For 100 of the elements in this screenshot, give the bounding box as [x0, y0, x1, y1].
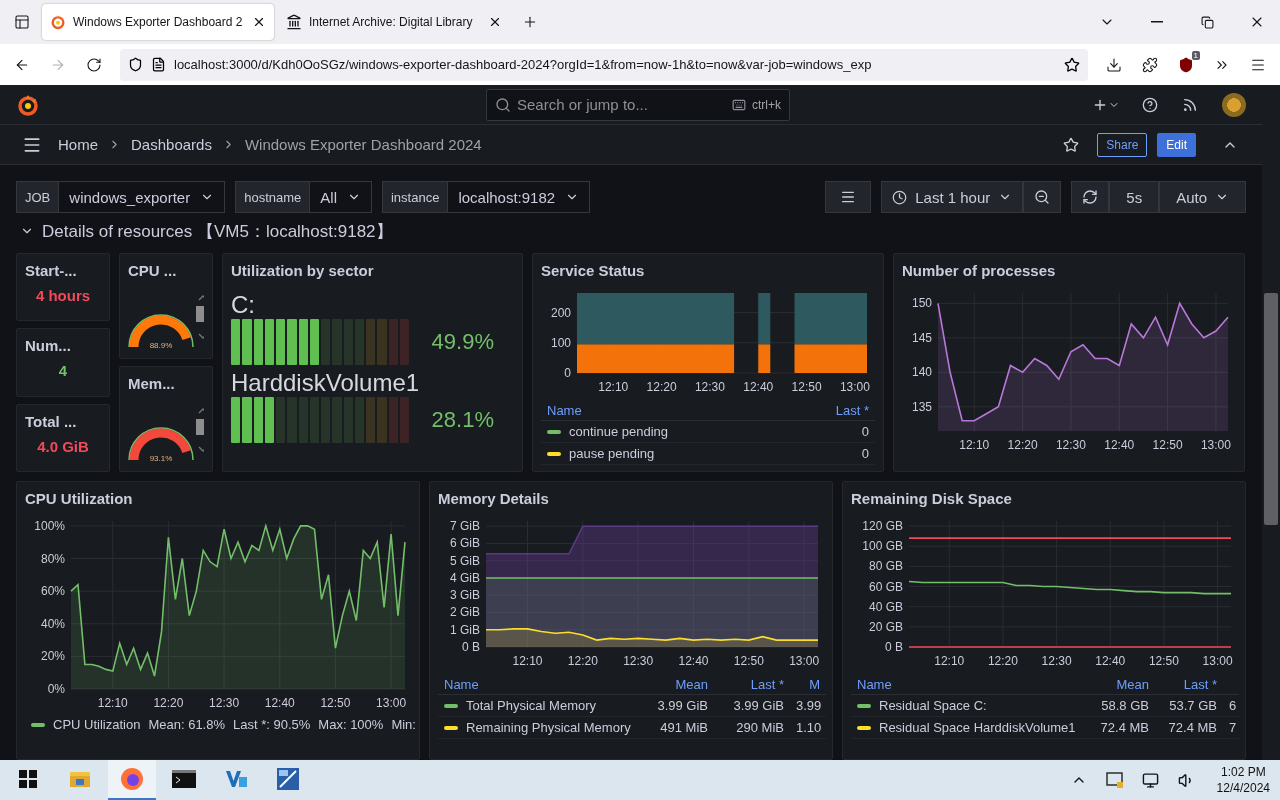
windows-logo-icon — [19, 770, 37, 788]
legend-value: 72.4 MB — [1155, 717, 1223, 739]
terminal-icon — [172, 769, 196, 789]
axis-label: 12:50 — [1148, 654, 1179, 668]
axis-label: 13:00 — [1202, 654, 1233, 668]
axis-label: 12:10 — [97, 696, 128, 710]
column-header[interactable]: Last * — [795, 401, 875, 421]
zoom-out-button[interactable] — [1023, 181, 1062, 213]
view-menu-button[interactable] — [825, 181, 872, 213]
legend-name[interactable]: Residual Space HarddiskVolume1 — [879, 720, 1076, 735]
close-icon — [252, 15, 266, 29]
column-header[interactable]: Name — [438, 675, 638, 695]
scrollbar[interactable] — [1262, 85, 1280, 760]
legend-name[interactable]: Residual Space C: — [879, 698, 987, 713]
axis-label: 140 — [911, 365, 932, 380]
share-button[interactable]: Share — [1097, 132, 1148, 157]
app-icon — [224, 768, 248, 790]
axis-label: 12:30 — [1041, 654, 1072, 668]
legend-value: 7 — [1223, 717, 1239, 739]
restore-icon — [1200, 15, 1214, 29]
axis-label: 145 — [911, 330, 932, 345]
search-field[interactable]: Search or jump to... ctrl+k — [486, 88, 790, 121]
axis-label: 13:00 — [839, 380, 870, 394]
axis-label: 5 GiB — [450, 553, 480, 568]
axis-label: 12:20 — [567, 654, 598, 668]
legend-stat: Max: 100% — [318, 717, 384, 732]
panel-title: Number of processes — [902, 262, 1057, 279]
browser-tab[interactable]: Internet Archive: Digital Library — [278, 4, 510, 40]
url-text: localhost:3000/d/Kdh0OoSGz/windows-exporter-dashboard-2024?orgId=1&from=now-1h&to=now&var-job=windows_exp — [174, 57, 873, 72]
breadcrumb-link[interactable]: Windows Exporter Dashboard 2024 — [244, 136, 482, 153]
axis-label: 12:20 — [987, 654, 1018, 668]
legend-value: 58.8 GB — [1087, 695, 1155, 717]
legend-name[interactable]: Total Physical Memory — [466, 698, 597, 713]
legend-value: 3.99 GiB — [714, 695, 790, 717]
time-range-picker[interactable]: Last 1 hour — [881, 181, 1024, 213]
legend-value: 6 — [1223, 695, 1239, 717]
variable-select[interactable]: windows_exporter — [59, 181, 226, 213]
axis-label: 12:20 — [1007, 438, 1038, 452]
avatar[interactable] — [1222, 92, 1246, 117]
breadcrumb-link[interactable]: Home — [58, 136, 98, 153]
search-icon — [495, 96, 511, 113]
axis-label: 13:00 — [1200, 438, 1231, 452]
column-header[interactable]: Name — [541, 401, 795, 421]
column-header[interactable]: Name — [851, 675, 1087, 695]
legend-stat: Mean: 61.8% — [148, 717, 226, 732]
axis-label: 12:30 — [623, 654, 654, 668]
axis-label: 120 GB — [862, 519, 903, 534]
star-icon — [1063, 136, 1080, 153]
grafana-logo-icon — [50, 14, 66, 30]
stat-value: 4 hours — [35, 287, 91, 305]
refresh-interval[interactable]: 5s — [1109, 181, 1160, 213]
bar-gauge-value: 49.9% — [431, 329, 495, 355]
legend-name[interactable]: CPU Utilization — [53, 717, 141, 732]
breadcrumb-link[interactable]: Dashboards — [131, 136, 212, 153]
axis-label: 100 GB — [862, 539, 903, 554]
column-header[interactable]: M — [790, 675, 826, 695]
rss-icon — [1182, 96, 1198, 113]
column-header[interactable]: Last * — [714, 675, 790, 695]
legend-value: 1.10 — [790, 717, 826, 739]
browser-tab[interactable]: Windows Exporter Dashboard 2 — [42, 4, 274, 40]
close-icon — [488, 15, 502, 29]
clock-date: 12/4/2024 — [1216, 780, 1270, 796]
axis-label: 80% — [40, 551, 65, 566]
panel-title: CPU Utilization — [25, 490, 134, 507]
address-bar[interactable]: localhost:3000/d/Kdh0OoSGz/windows-exporter-dashboard-2024?orgId=1&from=now-1h&to=now&var-job=windows_exp — [120, 48, 1088, 81]
variable-select[interactable]: localhost:9182 — [448, 181, 591, 213]
column-header[interactable]: Mean — [1087, 675, 1155, 695]
variable-label: JOB — [16, 181, 60, 213]
row-title[interactable]: Details of resources 【VM5：localhost:9182】 — [42, 219, 393, 243]
refresh-icon — [1082, 189, 1099, 205]
stat-value: 4.0 GiB — [37, 437, 89, 455]
refresh-button[interactable] — [1071, 181, 1110, 213]
edit-button[interactable]: Edit — [1157, 132, 1196, 157]
variable-select[interactable]: All — [310, 181, 372, 213]
axis-label: 12:30 — [694, 380, 725, 394]
keyboard-icon — [732, 97, 746, 112]
legend-value: 0 — [795, 443, 875, 465]
panel-title: CPU ... — [128, 262, 178, 279]
axis-label: 12:10 — [598, 380, 629, 394]
axis-label: 13:00 — [376, 696, 407, 710]
axis-label: 150 — [911, 296, 932, 311]
download-icon — [1106, 56, 1122, 73]
axis-label: 0 B — [462, 640, 480, 654]
axis-label: 100% — [34, 518, 65, 533]
panel-title: Memory Details — [438, 490, 550, 507]
refresh-mode-select[interactable]: Auto — [1159, 181, 1246, 213]
legend-name[interactable]: Remaining Physical Memory — [466, 720, 631, 735]
axis-label: 12:30 — [209, 696, 240, 710]
axis-label: 20 GB — [868, 619, 903, 634]
column-header[interactable]: Mean — [638, 675, 714, 695]
axis-label: 12:40 — [1095, 654, 1126, 668]
taskbar-clock[interactable]: 1:02 PM 12/4/2024 — [1206, 764, 1280, 796]
shield-extension-button[interactable]: 1 — [1170, 48, 1202, 81]
legend-name[interactable]: pause pending — [569, 446, 655, 461]
panel-title: Num... — [25, 337, 72, 355]
legend-name[interactable]: continue pending — [569, 424, 669, 439]
axis-label: 12:50 — [733, 654, 764, 668]
axis-label: 20% — [40, 649, 65, 664]
axis-label: 60% — [40, 584, 65, 599]
column-header[interactable]: Last * — [1155, 675, 1223, 695]
